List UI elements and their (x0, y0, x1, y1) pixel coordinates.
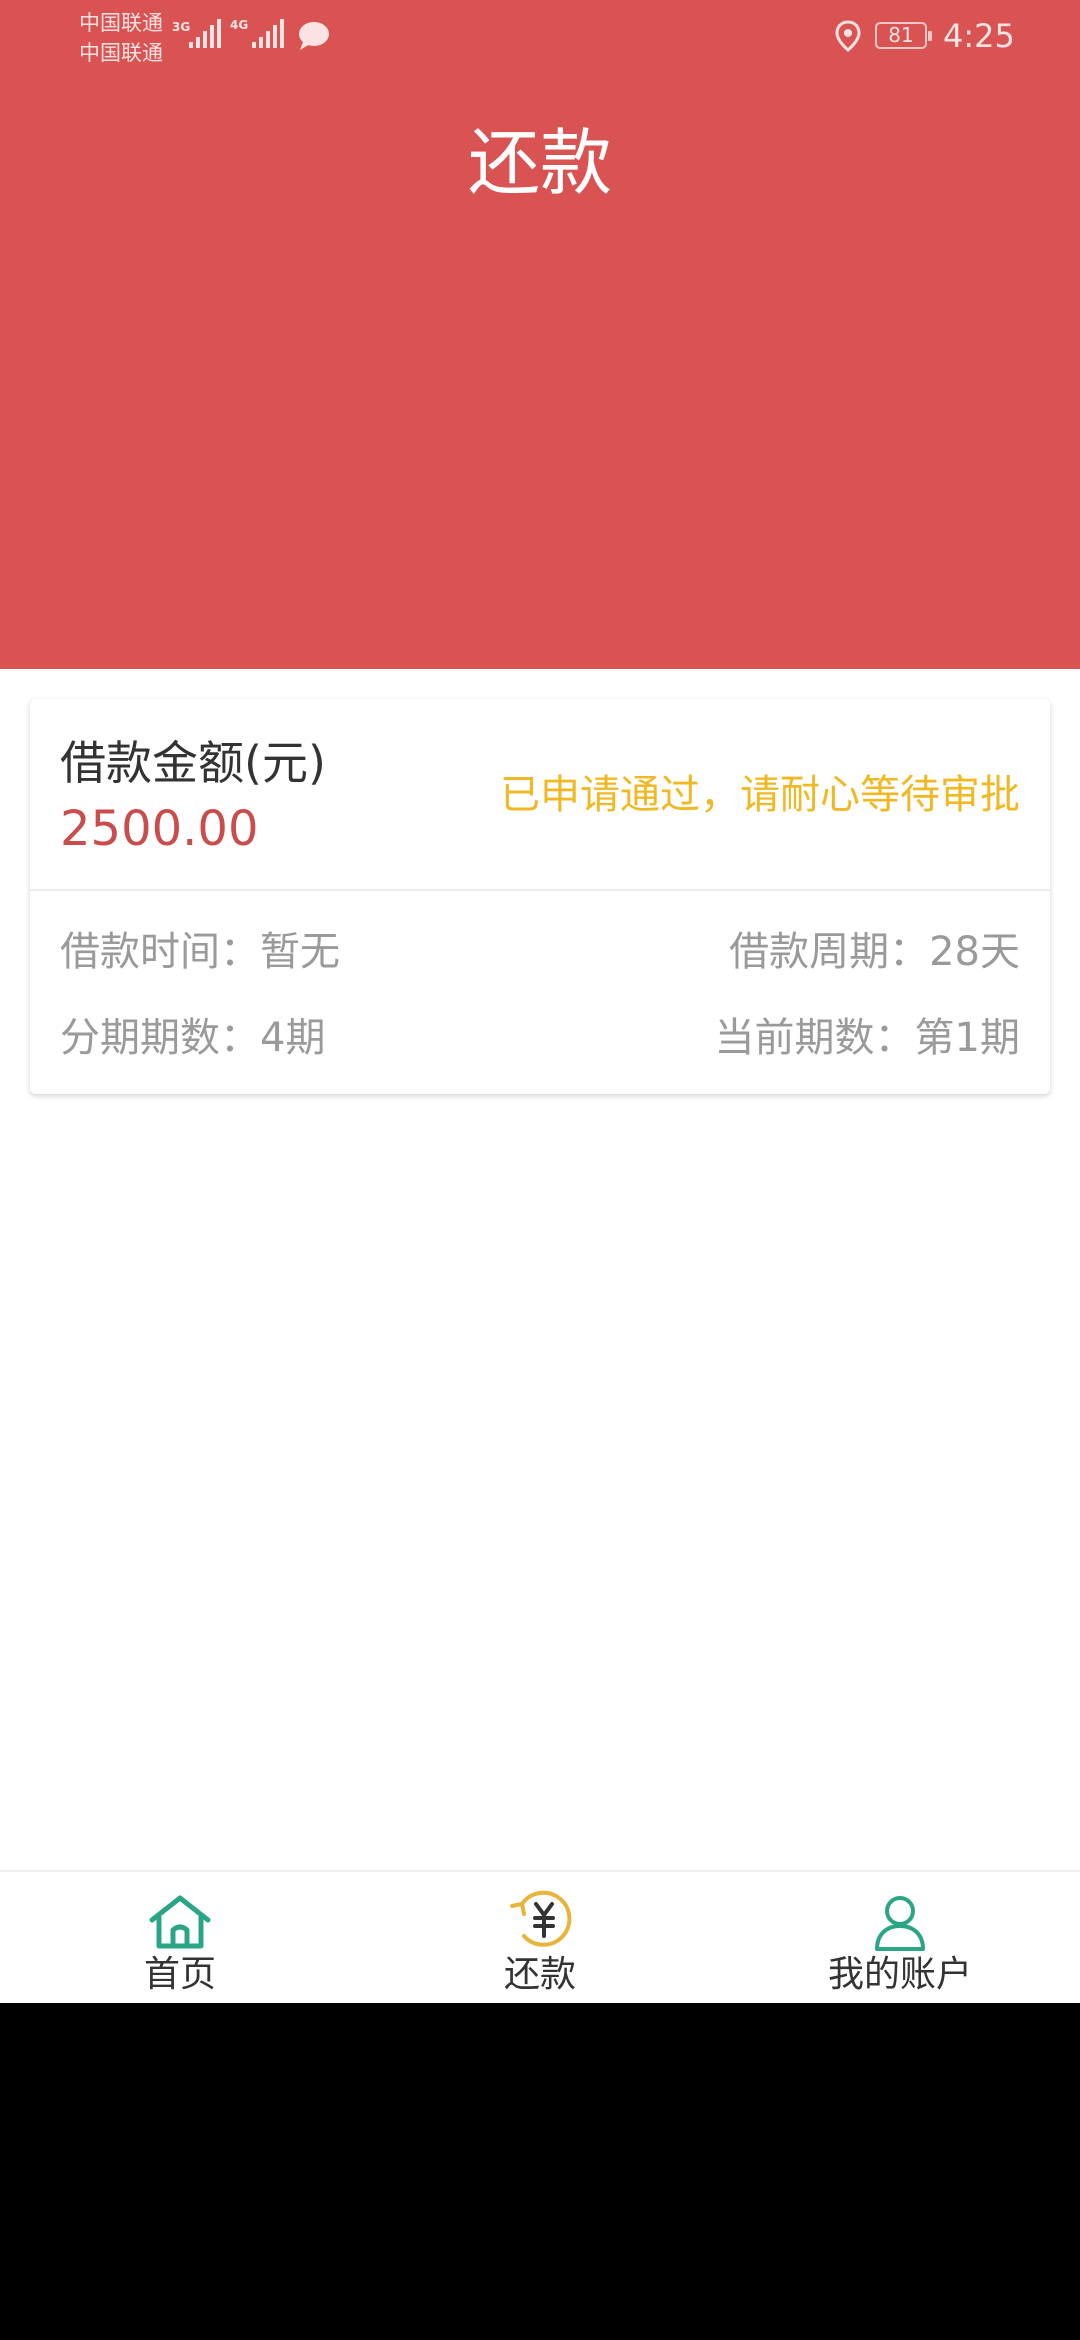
page-title: 还款 (467, 121, 612, 205)
loan-amount-value: 2500.00 (60, 801, 259, 857)
user-icon (872, 1894, 928, 1956)
current-period: 当前期数：第1期 (714, 1015, 1020, 1061)
network-type-1: 3G (172, 20, 191, 34)
loan-time: 借款时间：暂无 (60, 929, 340, 975)
loan-period: 借款周期：28天 (729, 929, 1020, 975)
home-icon (146, 1894, 214, 1954)
tab-home[interactable]: 首页 (0, 1872, 360, 2003)
status-time: 4:25 (943, 17, 1015, 55)
location-icon (834, 20, 862, 56)
card-divider (30, 889, 1050, 891)
installment-count: 分期期数：4期 (60, 1015, 326, 1061)
carrier-info: 中国联通 中国联通 (79, 8, 163, 68)
carrier-2: 中国联通 (79, 41, 163, 65)
signal-icon-2 (252, 18, 286, 50)
tab-repay-label: 还款 (503, 1954, 576, 1995)
tab-account[interactable]: 我的账户 (720, 1872, 1080, 2003)
message-icon (297, 20, 331, 56)
loan-status-text: 已申请通过，请耐心等待审批 (500, 772, 1020, 818)
network-type-2: 4G (230, 18, 249, 32)
signal-icon-1 (189, 18, 223, 50)
loan-amount-label: 借款金额(元) (60, 736, 326, 790)
battery-level: 81 (888, 23, 914, 47)
repay-yuan-icon (504, 1886, 576, 1954)
bottom-tab-bar: 首页 还款 我的账户 (0, 1870, 1080, 2003)
tab-repay[interactable]: 还款 (360, 1872, 720, 2003)
tab-account-label: 我的账户 (827, 1954, 972, 1995)
battery-indicator: 81 (875, 22, 932, 49)
page-header: 中国联通 中国联通 3G 4G 81 4:25 还款 (0, 0, 1080, 669)
tab-home-label: 首页 (143, 1954, 216, 1995)
status-bar: 中国联通 中国联通 3G 4G 81 4:25 (0, 0, 1080, 70)
carrier-1: 中国联通 (79, 11, 163, 35)
app-screen: 中国联通 中国联通 3G 4G 81 4:25 还款 借款金额(元) 2500.… (0, 0, 1080, 2003)
